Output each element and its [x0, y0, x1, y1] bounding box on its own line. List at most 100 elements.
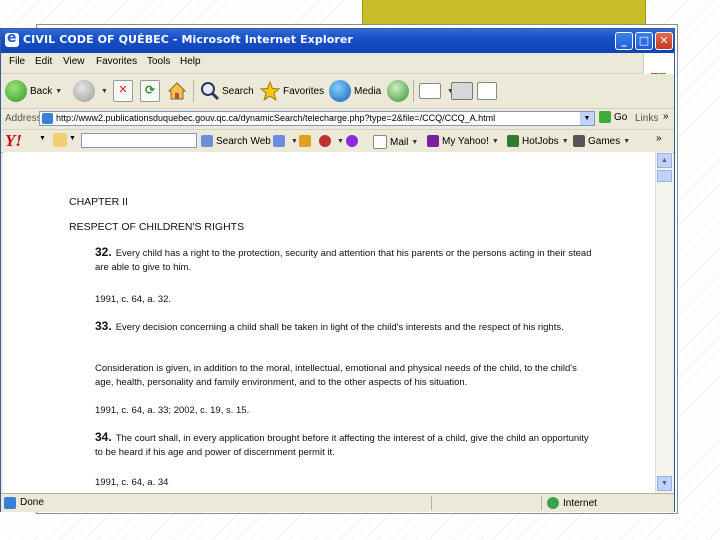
- maximize-button[interactable]: □: [635, 32, 653, 50]
- menu-tools[interactable]: Tools: [147, 56, 170, 67]
- chapter-heading: CHAPTER II: [69, 196, 128, 208]
- menu-help[interactable]: Help: [180, 56, 201, 67]
- article-number: 34.: [95, 430, 112, 444]
- headphones-icon: [346, 135, 358, 147]
- pencil-dropdown-icon[interactable]: ▼: [69, 135, 76, 142]
- standard-toolbar: Back ▼ ▼ ✕ ⟳ Search Favorites Media: [1, 74, 674, 109]
- status-text: Done: [20, 497, 44, 508]
- favorites-star-icon: [259, 80, 281, 102]
- title-bar[interactable]: CIVIL CODE OF QUÉBEC - Microsoft Interne…: [1, 29, 674, 53]
- history-icon: [387, 80, 409, 102]
- links-chevron-icon[interactable]: »: [663, 111, 669, 122]
- section-title: RESPECT OF CHILDREN'S RIGHTS: [69, 221, 245, 233]
- yahoo-tool-3[interactable]: ▼: [319, 135, 344, 147]
- scroll-thumb[interactable]: [657, 170, 672, 182]
- article-number: 32.: [95, 245, 112, 259]
- article-number: 33.: [95, 319, 112, 333]
- print-button[interactable]: [451, 78, 476, 104]
- yahoo-logo[interactable]: Y!: [5, 131, 22, 151]
- media-button[interactable]: Media: [329, 78, 381, 104]
- yahoo-tool-1[interactable]: ▼: [273, 135, 298, 147]
- vertical-scrollbar[interactable]: ▲ ▼: [655, 152, 673, 493]
- article-34: 34. The court shall, in every application…: [95, 430, 595, 459]
- menu-edit[interactable]: Edit: [35, 56, 52, 67]
- address-bar: Address http://www2.publicationsduquebec…: [1, 109, 674, 130]
- hotjobs-button[interactable]: HotJobs ▼: [507, 135, 569, 147]
- menu-view[interactable]: View: [63, 56, 85, 67]
- yahoo-chevron-icon[interactable]: »: [656, 133, 662, 144]
- edit-page-icon: [477, 82, 497, 100]
- ie-icon: [5, 30, 19, 47]
- yahoo-tool-2[interactable]: [299, 135, 314, 147]
- page-status-icon: [4, 497, 16, 509]
- search-icon: [201, 82, 220, 101]
- article-text: The court shall, in every application br…: [95, 433, 589, 458]
- scroll-down-button[interactable]: ▼: [657, 476, 672, 491]
- menu-file[interactable]: File: [9, 56, 25, 67]
- shield-icon: [273, 135, 285, 147]
- back-button[interactable]: Back ▼: [5, 78, 62, 104]
- edit-button[interactable]: [477, 78, 500, 104]
- address-dropdown[interactable]: ▼: [580, 112, 594, 125]
- hotjobs-icon: [507, 135, 519, 147]
- status-divider: [431, 496, 432, 510]
- window-title: CIVIL CODE OF QUÉBEC - Microsoft Interne…: [23, 33, 353, 46]
- bookmark-icon: [299, 135, 311, 147]
- go-button[interactable]: Go: [599, 111, 627, 123]
- article-extra: Consideration is given, in addition to t…: [95, 363, 577, 388]
- article-source: 1991, c. 64, a. 34: [95, 477, 169, 488]
- page-icon: [42, 113, 53, 124]
- my-yahoo-icon: [427, 135, 439, 147]
- address-input[interactable]: http://www2.publicationsduquebec.gouv.qc…: [39, 111, 595, 126]
- search-web-button[interactable]: Search Web▼: [201, 135, 281, 147]
- forward-button[interactable]: ▼: [73, 78, 108, 104]
- yahoo-dropdown-icon[interactable]: ▼: [39, 135, 46, 142]
- mail-envelope-icon: [419, 83, 441, 99]
- history-button[interactable]: [387, 78, 412, 104]
- address-label: Address: [5, 113, 42, 124]
- favorites-label: Favorites: [283, 85, 325, 97]
- close-button[interactable]: ✕: [655, 32, 673, 50]
- search-button[interactable]: Search: [198, 78, 254, 104]
- games-button[interactable]: Games ▼: [573, 135, 630, 147]
- search-web-label: Search Web: [216, 135, 271, 147]
- forward-arrow-icon: [73, 80, 95, 102]
- stop-button[interactable]: ✕: [113, 78, 136, 104]
- article-source: 1991, c. 64, a. 33; 2002, c. 19, s. 15.: [95, 405, 250, 416]
- go-arrow-icon: [599, 111, 611, 123]
- my-yahoo-button[interactable]: My Yahoo! ▼: [427, 135, 499, 147]
- games-label: Games: [588, 135, 621, 147]
- article-text: Every child has a right to the protectio…: [95, 248, 592, 273]
- status-divider: [541, 496, 542, 510]
- go-label: Go: [614, 111, 628, 123]
- stop-icon: ✕: [113, 80, 133, 102]
- menu-bar: File Edit View Favorites Tools Help: [1, 53, 674, 95]
- search-label: Search: [222, 85, 254, 97]
- yahoo-tool-4[interactable]: [346, 135, 361, 147]
- media-icon: [329, 80, 351, 102]
- menu-favorites[interactable]: Favorites: [96, 56, 137, 67]
- games-icon: [573, 135, 585, 147]
- search-web-icon: [201, 135, 213, 147]
- yahoo-search-input[interactable]: [81, 133, 197, 148]
- status-bar: Done Internet: [1, 493, 674, 512]
- home-button[interactable]: [166, 78, 188, 104]
- mail-button[interactable]: ▼: [419, 78, 454, 104]
- favorites-button[interactable]: Favorites: [259, 78, 324, 104]
- home-icon: [167, 82, 187, 100]
- printer-icon: [451, 82, 473, 100]
- pencil-icon[interactable]: [53, 133, 67, 147]
- links-toolbar[interactable]: Links: [635, 113, 658, 124]
- toolbar-separator-2: [413, 80, 414, 102]
- minimize-button[interactable]: _: [615, 32, 633, 50]
- scroll-up-button[interactable]: ▲: [657, 153, 672, 168]
- article-33: 33. Every decision concerning a child sha…: [95, 319, 595, 335]
- mail-icon: [373, 135, 387, 149]
- yahoo-mail-button[interactable]: Mail ▼: [373, 135, 418, 149]
- refresh-button[interactable]: ⟳: [140, 78, 163, 104]
- browser-window: CIVIL CODE OF QUÉBEC - Microsoft Interne…: [0, 28, 675, 512]
- back-label: Back: [30, 85, 53, 97]
- page-content: CHAPTER II RESPECT OF CHILDREN'S RIGHTS …: [3, 152, 655, 493]
- zone-label: Internet: [563, 497, 597, 509]
- yahoo-toolbar: Y! ▼ ▼ Search Web▼ ▼ ▼ Mail▼ My Yahoo!▼ …: [1, 130, 674, 153]
